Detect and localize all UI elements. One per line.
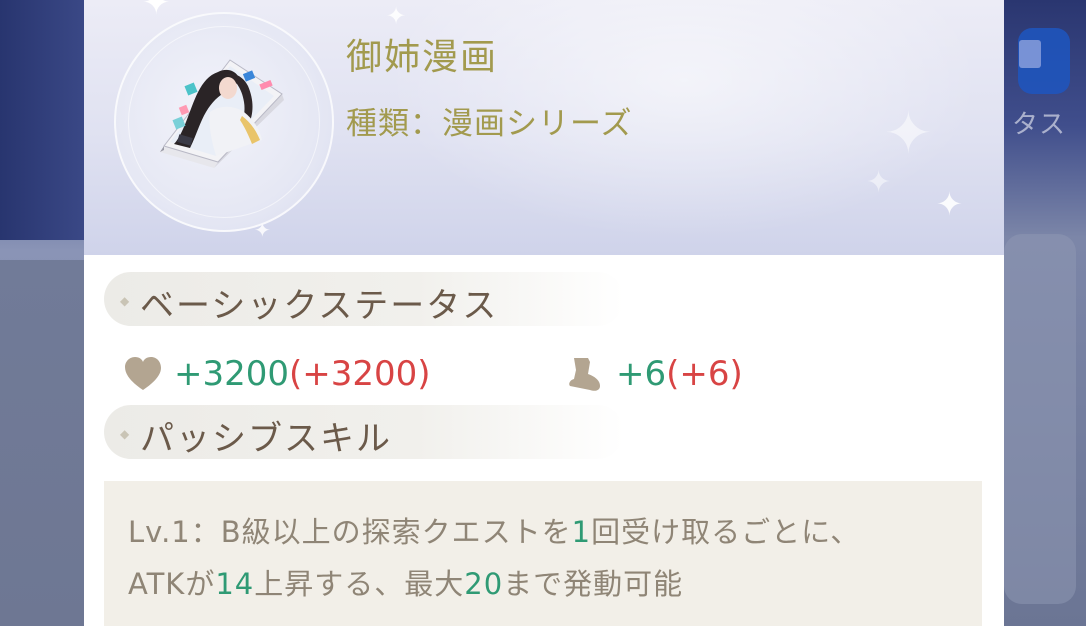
stat-atk: +6 (+6) [564,350,743,398]
section-header-basic-status: ◆ ベーシックステータス [104,272,624,326]
background-panel [0,0,84,240]
diamond-icon: ◆ [120,427,130,441]
boot-icon [569,358,600,391]
sparkle-icon: ✦ [866,165,892,200]
item-name: 御姉漫画 [346,37,499,78]
skill-number: 20 [464,567,504,601]
sparkle-icon: ✦ [884,99,933,167]
background-menu-button[interactable] [1018,28,1070,94]
background-menu-label: タス [1012,110,1067,140]
section-title: ベーシックステータス [140,286,499,326]
sparkle-icon: ✦ [142,0,171,23]
sparkle-icon: ✦ [386,2,407,30]
background-panel-lower [0,260,84,626]
skill-text: Lv.1：B級以上の探索クエストを [128,515,572,549]
sparkle-icon: ✦ [936,185,963,223]
section-header-passive-skill: ◆ パッシブスキル [104,405,624,459]
skill-description-line: ATKが14上昇する、最大20まで発動可能 [128,561,683,603]
skill-text: 回受け取るごとに、 [591,515,861,549]
skill-text: 上昇する、最大 [254,567,465,601]
stat-hp: +3200 (+3200) [122,350,431,398]
stat-bonus: (+6) [666,354,743,394]
stat-value: +6 [616,354,667,394]
section-title: パッシブスキル [140,419,392,459]
item-detail-card: ✦ ✦ ✦ ✦ ✦ ✦ 御姉漫画 種類：漫画シリーズ ◆ ベーシックステータス … [84,0,1004,626]
skill-text: ATKが [128,567,216,601]
skill-description-box: Lv.1：B級以上の探索クエストを1回受け取るごとに、 ATKが14上昇する、最… [104,481,982,626]
item-type: 種類：漫画シリーズ [346,106,633,142]
heart-icon [125,357,161,390]
diamond-icon: ◆ [120,294,130,308]
book-icon [1019,40,1041,68]
skill-description-line: Lv.1：B級以上の探索クエストを1回受け取るごとに、 [128,509,860,551]
background-left [0,0,84,626]
manga-book-icon [160,59,284,168]
skill-number: 14 [215,567,255,601]
stat-bonus: (+3200) [289,354,431,394]
background-side-panel [1004,234,1076,604]
item-header: ✦ ✦ ✦ ✦ ✦ ✦ 御姉漫画 種類：漫画シリーズ [84,0,1004,255]
skill-text: まで発動可能 [503,567,684,601]
background-right: タス [1004,0,1086,626]
stat-value: +3200 [174,354,290,394]
skill-number: 1 [571,515,592,549]
